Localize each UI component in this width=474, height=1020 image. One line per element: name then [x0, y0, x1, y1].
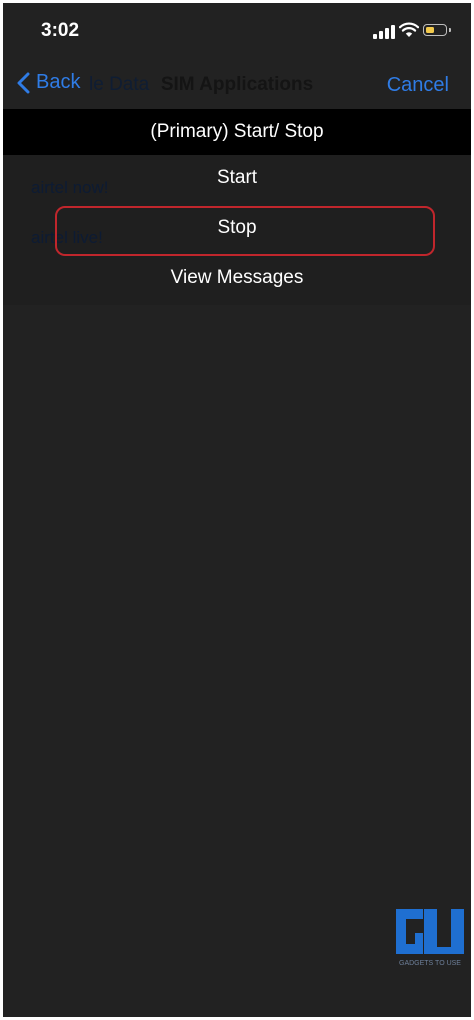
wifi-icon [399, 22, 419, 37]
battery-icon [423, 24, 451, 36]
start-option[interactable]: Start [3, 155, 471, 201]
gadgets-to-use-logo: GADGETS TO USE [396, 909, 464, 967]
action-sheet-title: (Primary) Start/ Stop [3, 109, 471, 155]
cancel-button[interactable]: Cancel [387, 74, 449, 97]
navigation-bar: le Data Back SIM Applications Cancel [3, 61, 471, 109]
highlight-box [55, 206, 435, 256]
status-time: 3:02 [41, 20, 80, 41]
view-messages-option[interactable]: View Messages [3, 255, 471, 301]
cellular-signal-icon [373, 25, 395, 39]
logo-tagline: GADGETS TO USE [399, 960, 461, 967]
status-bar: 3:02 [3, 3, 471, 59]
phone-screen: 3:02 le Data Back SIM Applications Cance… [3, 3, 471, 1017]
